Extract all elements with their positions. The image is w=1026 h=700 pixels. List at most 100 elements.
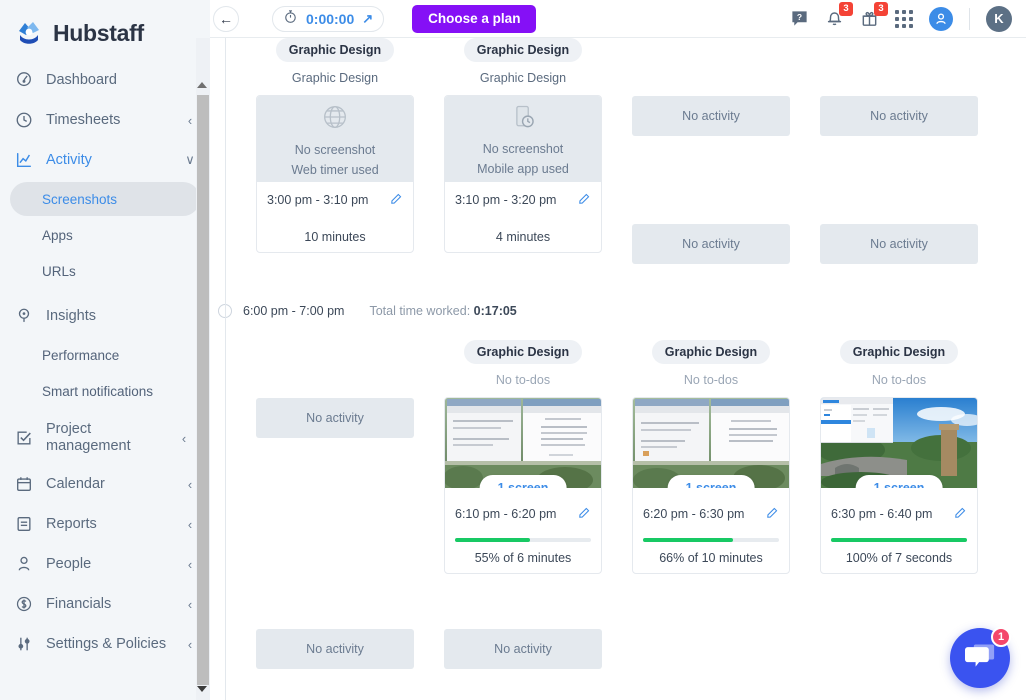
screenshot-thumbnail[interactable]: 1 screen (821, 398, 977, 488)
bell-icon[interactable]: 3 (825, 9, 844, 28)
project-chip[interactable]: Graphic Design (464, 340, 582, 364)
brand[interactable]: Hubstaff (0, 0, 210, 52)
help-question-icon[interactable]: ? (790, 9, 809, 28)
group-header: 6:00 pm - 7:00 pm Total time worked: 0:1… (210, 296, 1026, 326)
group-time-range: 6:00 pm - 7:00 pm (243, 304, 344, 318)
svg-text:?: ? (797, 12, 802, 22)
screenshot-card[interactable]: 1 screen 6:10 pm - 6:20 pm (444, 397, 602, 574)
time-range: 6:30 pm - 6:40 pm (831, 507, 932, 521)
card-times: 3:10 pm - 3:20 pm (455, 192, 591, 208)
dashboard-icon (14, 70, 34, 90)
project-chip[interactable]: Graphic Design (464, 38, 582, 62)
no-screenshot-text: No screenshot (295, 143, 376, 157)
project-chip[interactable]: Graphic Design (840, 340, 958, 364)
activity-progress-track (831, 538, 967, 542)
card-times: 6:10 pm - 6:20 pm (455, 506, 591, 522)
sidebar-item-people[interactable]: People ‹ (0, 544, 210, 584)
dollar-circle-icon (14, 594, 34, 614)
grid-apps-icon[interactable] (895, 10, 913, 28)
screen-count-badge[interactable]: 1 screen (856, 475, 943, 488)
source-text: Mobile app used (477, 162, 569, 176)
sidebar-subitem-label: URLs (42, 264, 76, 279)
sidebar-item-label: Project management (46, 421, 166, 454)
activity-column: No activity (241, 619, 429, 669)
activity-column: No activity (429, 619, 617, 669)
column-header: Graphic Design (429, 38, 617, 62)
sidebar-nav: Dashboard Timesheets ‹ (0, 60, 210, 664)
project-chip[interactable]: Graphic Design (276, 38, 394, 62)
sidebar-item-urls[interactable]: URLs (10, 254, 200, 288)
time-range: 3:10 pm - 3:20 pm (455, 193, 556, 207)
no-activity-tile: No activity (256, 629, 414, 669)
scroll-up-arrow-icon[interactable] (197, 82, 207, 88)
choose-plan-button[interactable]: Choose a plan (412, 5, 536, 33)
sidebar-item-performance[interactable]: Performance (10, 338, 200, 372)
chat-launcher-button[interactable]: 1 (950, 628, 1010, 688)
activity-group-1: Graphic Design Graphic Design (210, 38, 1026, 264)
screenshot-card[interactable]: 1 screen 6:20 pm - 6:30 pm (632, 397, 790, 574)
brand-name: Hubstaff (53, 20, 144, 47)
user-circle-icon[interactable] (929, 7, 953, 31)
avatar[interactable]: K (986, 6, 1012, 32)
column-header: Graphic Design (241, 38, 429, 62)
chevron-left-icon: ‹ (184, 113, 196, 128)
sidebar-item-financials[interactable]: Financials ‹ (0, 584, 210, 624)
sidebar-item-activity[interactable]: Activity ∨ (0, 140, 210, 180)
sidebar-item-settings-policies[interactable]: Settings & Policies ‹ (0, 624, 210, 664)
sidebar-item-label: Reports (46, 516, 172, 533)
activity-column: Graphic Design Graphic Design (241, 38, 429, 264)
no-activity-tile: No activity (632, 224, 790, 264)
sidebar-item-project-management[interactable]: Project management ‹ (0, 412, 210, 464)
scroll-down-arrow-icon[interactable] (197, 686, 207, 692)
screenshot-thumbnail[interactable]: 1 screen (633, 398, 789, 488)
activity-column: Graphic Design Graphic Design (429, 38, 617, 264)
activity-card[interactable]: No screenshot Mobile app used 3:10 pm - … (444, 95, 602, 253)
pencil-icon[interactable] (577, 506, 591, 522)
back-button[interactable]: ← (213, 6, 239, 32)
sidebar-item-screenshots[interactable]: Screenshots (10, 182, 200, 216)
sidebar-item-insights[interactable]: Insights (0, 296, 210, 336)
column-subtitle: No to-dos (429, 373, 617, 387)
screen-count-badge[interactable]: 1 screen (480, 475, 567, 488)
no-activity-tile: No activity (444, 629, 602, 669)
sidebar-item-label: Activity (46, 152, 172, 169)
gift-icon[interactable]: 3 (860, 9, 879, 28)
pencil-icon[interactable] (577, 192, 591, 208)
chevron-left-icon: ‹ (184, 557, 196, 572)
screen-count-badge[interactable]: 1 screen (668, 475, 755, 488)
activity-row-2: No activity Graphic Design No to-dos (210, 340, 1026, 574)
sidebar-item-reports[interactable]: Reports ‹ (0, 504, 210, 544)
activity-column: No activity (241, 340, 429, 574)
chevron-left-icon: ‹ (184, 517, 196, 532)
activity-column (617, 619, 805, 669)
activity-percent-text: 100% of 7 seconds (831, 551, 967, 565)
screenshot-thumbnail[interactable]: 1 screen (445, 398, 601, 488)
total-value: 0:17:05 (474, 304, 517, 318)
activity-card[interactable]: No screenshot Web timer used 3:00 pm - 3… (256, 95, 414, 253)
pencil-icon[interactable] (765, 506, 779, 522)
sidebar-item-calendar[interactable]: Calendar ‹ (0, 464, 210, 504)
activity-row-3: No activity No activity (210, 619, 1026, 669)
sidebar-item-timesheets[interactable]: Timesheets ‹ (0, 100, 210, 140)
column-subtitle: Graphic Design (429, 71, 617, 85)
screenshot-card[interactable]: 1 screen 6:30 pm - 6:40 pm (820, 397, 978, 574)
column-header: Graphic Design (617, 340, 805, 364)
mobile-clock-icon (509, 103, 537, 136)
activity-progress-fill (455, 538, 530, 542)
sidebar-item-smart-notifications[interactable]: Smart notifications (10, 374, 200, 408)
project-chip[interactable]: Graphic Design (652, 340, 770, 364)
person-icon (14, 554, 34, 574)
arrow-left-icon: ← (219, 12, 233, 26)
sidebar-scrollbar-track[interactable] (196, 38, 210, 700)
timer-widget[interactable]: 0:00:00 ↗ (272, 6, 384, 32)
sidebar-item-apps[interactable]: Apps (10, 218, 200, 252)
sidebar-item-dashboard[interactable]: Dashboard (0, 60, 210, 100)
activity-column: Graphic Design No to-dos (429, 340, 617, 574)
sidebar: Hubstaff Dashboard Tim (0, 0, 210, 700)
column-subtitle: No to-dos (805, 373, 993, 387)
pencil-icon[interactable] (953, 506, 967, 522)
report-icon (14, 514, 34, 534)
arrow-up-right-icon[interactable]: ↗ (362, 11, 373, 27)
sidebar-scrollbar-thumb[interactable] (197, 95, 209, 685)
pencil-icon[interactable] (389, 192, 403, 208)
